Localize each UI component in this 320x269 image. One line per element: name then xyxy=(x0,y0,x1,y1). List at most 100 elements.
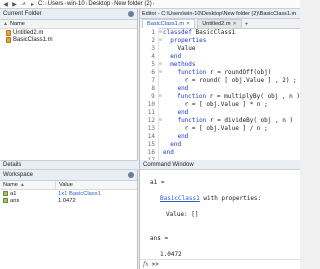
line-number: 4 xyxy=(151,52,155,60)
back-icon[interactable]: ◀ xyxy=(2,1,9,8)
close-tab-icon[interactable]: ✕ xyxy=(233,21,237,27)
command-window-header: Command Window xyxy=(140,160,300,170)
code-line[interactable]: 12 ⊖ function r = divideBy( obj , n ) xyxy=(140,116,300,124)
code-line[interactable]: 2 ⊖ properties xyxy=(140,36,300,44)
output-line: Value: [] xyxy=(166,210,199,218)
crumb-separator-icon: › xyxy=(152,1,155,7)
workspace-value-label: Value xyxy=(59,182,73,188)
line-number: 11 xyxy=(147,108,155,116)
function-browser-icon[interactable]: fx xyxy=(143,261,149,268)
code-text: classdef BasicClass1 xyxy=(163,28,236,36)
command-output: a1 = BasicClass1 with properties: Value:… xyxy=(140,170,300,258)
line-number: 10 xyxy=(147,100,155,108)
code-text: r = [ obj.Value ] / n ; xyxy=(163,124,268,132)
current-folder-header: Current Folder xyxy=(0,9,137,20)
file-basicclass1[interactable]: BasicClass1.m xyxy=(0,36,137,43)
editor-panel: Editor - C:\Users\win-10\Desktop\New fol… xyxy=(139,9,300,164)
up-folder-icon[interactable]: ⬏ xyxy=(20,1,27,8)
code-line[interactable]: 3 Value xyxy=(140,44,300,52)
name-column-label: Name xyxy=(9,21,25,27)
code-line[interactable]: 4 end xyxy=(140,52,300,60)
code-line[interactable]: 13 r = [ obj.Value ] / n ; xyxy=(140,124,300,132)
m-file-icon xyxy=(6,29,11,36)
address-bar: ◀ ▶ ⬏ ▸ C: › Users › win-10 › Desktop › … xyxy=(0,0,300,9)
tab-basicclass1[interactable]: BasicClass1.m ✕ xyxy=(142,19,196,28)
crumb-user[interactable]: win-10 xyxy=(67,1,85,7)
code-text: r = [ obj.Value ] * n ; xyxy=(163,100,268,108)
details-title: Details xyxy=(3,162,22,168)
code-line[interactable]: 9 ⊖ function r = multiplyBy( obj , n ) xyxy=(140,92,300,100)
forward-icon[interactable]: ▶ xyxy=(11,1,18,8)
panel-menu-icon[interactable] xyxy=(128,172,134,178)
code-text: r = round( [ obj.Value ] , 2) ; xyxy=(163,76,297,84)
code-line[interactable]: 6 ⊖ function r = roundOff(obj) xyxy=(140,68,300,76)
line-number: 7 xyxy=(151,76,155,84)
output-line: BasicClass1 with properties: xyxy=(150,194,300,202)
workspace-value-column[interactable]: Value xyxy=(55,181,73,189)
line-number: 12 xyxy=(147,116,155,124)
code-text: end xyxy=(163,148,174,156)
class-link[interactable]: BasicClass1 xyxy=(160,195,200,202)
code-area[interactable]: 1 ⊖ classdef BasicClass1 2 ⊖ properties 3 Val… xyxy=(140,28,300,164)
workspace-row[interactable]: ans 1.0472 xyxy=(0,197,137,204)
crumb-desktop[interactable]: Desktop xyxy=(88,1,110,7)
code-line[interactable]: 7 r = round( [ obj.Value ] , 2) ; xyxy=(140,76,300,84)
crumb-drive[interactable]: C: xyxy=(38,1,44,7)
crumb-new-folder[interactable]: New folder (2) xyxy=(114,1,152,7)
workspace-row[interactable]: a1 1x1 BasicClass1 xyxy=(0,190,137,197)
code-text: function r = roundOff(obj) xyxy=(177,68,272,76)
name-column-header[interactable]: ▲ Name xyxy=(0,20,137,29)
workspace-name-column[interactable]: Name ▲ xyxy=(0,182,55,188)
code-line[interactable]: 16 end xyxy=(140,148,300,156)
code-line[interactable]: 15 end xyxy=(140,140,300,148)
crumb-separator-icon: › xyxy=(64,1,67,7)
variable-value: 1.0472 xyxy=(58,197,76,204)
close-tab-icon[interactable]: ✕ xyxy=(186,21,190,27)
code-line[interactable]: 5 ⊖ methods xyxy=(140,60,300,68)
code-line[interactable]: 14 end xyxy=(140,132,300,140)
workspace-column-headers: Name ▲ Value xyxy=(0,181,137,190)
variable-icon xyxy=(3,191,8,196)
code-line[interactable]: 8 end xyxy=(140,84,300,92)
line-number: 2 xyxy=(151,36,155,44)
current-folder-title: Current Folder xyxy=(3,11,42,17)
command-window-title: Command Window xyxy=(143,161,194,168)
file-untitled2[interactable]: Untitled2.m xyxy=(0,29,137,36)
code-line[interactable]: 11 end xyxy=(140,108,300,116)
variable-value: 1x1 BasicClass1 xyxy=(58,190,101,197)
code-text: function r = divideBy( obj , n ) xyxy=(177,116,294,124)
crumb-separator-icon: › xyxy=(111,1,114,7)
editor-title: Editor - C:\Users\win-10\Desktop\New fol… xyxy=(142,10,297,17)
workspace-header: Workspace xyxy=(0,170,137,181)
line-number: 1 xyxy=(151,28,155,36)
line-number: 16 xyxy=(147,148,155,156)
workspace-title: Workspace xyxy=(3,172,33,178)
code-text: end xyxy=(177,84,189,92)
code-text: end xyxy=(170,52,182,60)
tab-untitled2[interactable]: Untitled2.m ✕ xyxy=(197,19,242,28)
code-line[interactable]: 1 ⊖ classdef BasicClass1 xyxy=(140,28,300,36)
line-number: 13 xyxy=(147,124,155,132)
output-line: a1 = xyxy=(150,178,165,186)
class-suffix: with properties: xyxy=(199,194,262,202)
workspace-panel: Workspace Name ▲ Value a1 1x1 BasicClass… xyxy=(0,170,138,269)
prompt-symbol: >> xyxy=(151,261,159,268)
panel-menu-icon[interactable] xyxy=(128,11,134,17)
line-number: 8 xyxy=(151,84,155,92)
code-text: Value xyxy=(163,44,196,52)
output-line: ans = xyxy=(150,234,169,242)
line-number: 6 xyxy=(151,68,155,76)
code-line[interactable]: 10 r = [ obj.Value ] * n ; xyxy=(140,100,300,108)
code-text: function r = multiplyBy( obj , n ) xyxy=(177,92,300,100)
command-prompt[interactable]: fx >> xyxy=(140,259,303,269)
code-text: methods xyxy=(170,60,196,68)
details-panel[interactable]: Details xyxy=(0,160,138,170)
variable-name: a1 xyxy=(10,190,17,197)
code-text: end xyxy=(170,140,182,148)
code-text: end xyxy=(177,108,189,116)
browse-folder-icon[interactable]: ▸ xyxy=(29,1,36,8)
sort-arrow-icon: ▲ xyxy=(3,21,8,27)
command-window-panel: Command Window a1 = BasicClass1 with pro… xyxy=(139,160,303,269)
output-line: 1.0472 xyxy=(160,250,182,258)
crumb-users[interactable]: Users xyxy=(48,1,64,7)
